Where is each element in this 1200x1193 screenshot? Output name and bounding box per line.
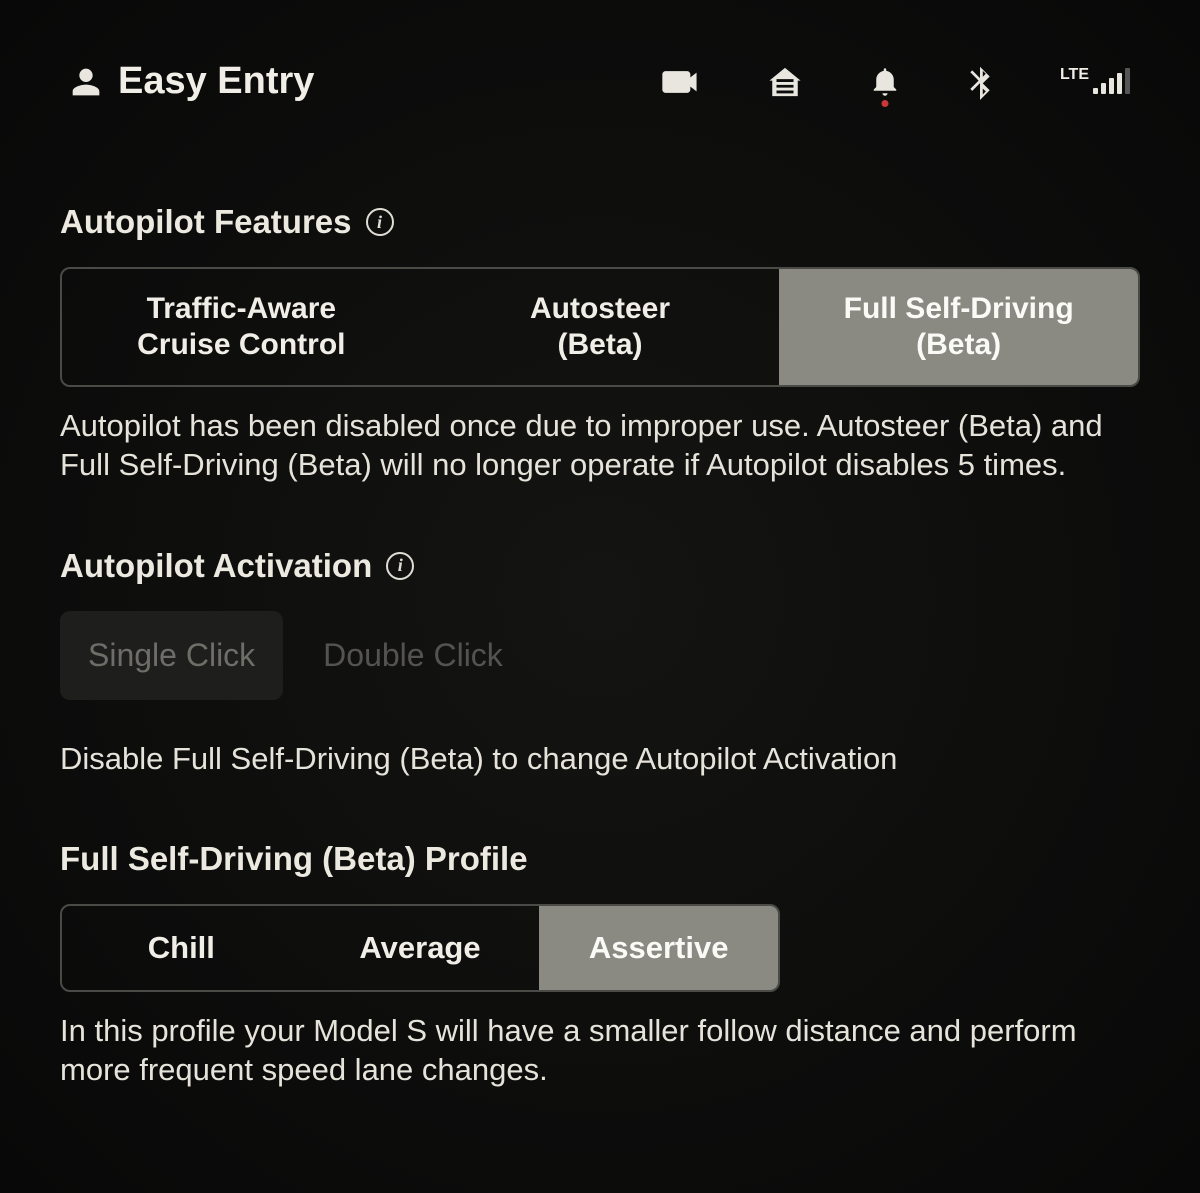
- info-icon[interactable]: i: [386, 552, 414, 580]
- dashcam-button[interactable]: [662, 68, 700, 96]
- notification-dot: [881, 100, 888, 107]
- driver-profile-selector[interactable]: Easy Entry: [70, 60, 314, 103]
- garage-icon: [768, 65, 802, 99]
- autopilot-warning-text: Autopilot has been disabled once due to …: [60, 407, 1140, 485]
- autopilot-activation-section: Autopilot Activation i Single Click Doub…: [60, 547, 1140, 779]
- option-traffic-aware-cruise[interactable]: Traffic-Aware Cruise Control: [62, 269, 421, 385]
- option-chill[interactable]: Chill: [62, 906, 301, 990]
- fsd-profile-description: In this profile your Model S will have a…: [60, 1012, 1140, 1090]
- autopilot-features-section: Autopilot Features i Traffic-Aware Cruis…: [60, 203, 1140, 485]
- autopilot-features-selector: Traffic-Aware Cruise Control Autosteer (…: [60, 267, 1140, 387]
- driver-profile-name: Easy Entry: [118, 60, 314, 103]
- option-autosteer-beta[interactable]: Autosteer (Beta): [421, 269, 780, 385]
- bell-icon: [870, 65, 900, 99]
- cellular-signal[interactable]: LTE: [1060, 70, 1130, 94]
- option-average[interactable]: Average: [301, 906, 540, 990]
- autopilot-features-title: Autopilot Features: [60, 203, 352, 241]
- person-icon: [70, 66, 102, 98]
- fsd-profile-title: Full Self-Driving (Beta) Profile: [60, 840, 528, 878]
- info-icon[interactable]: i: [366, 208, 394, 236]
- camera-icon: [662, 68, 700, 96]
- autopilot-activation-title: Autopilot Activation: [60, 547, 372, 585]
- homelink-button[interactable]: [768, 65, 802, 99]
- activation-disabled-note: Disable Full Self-Driving (Beta) to chan…: [60, 740, 1140, 779]
- option-double-click: Double Click: [295, 611, 531, 700]
- option-single-click: Single Click: [60, 611, 283, 700]
- status-icons: LTE: [662, 64, 1130, 100]
- network-type-label: LTE: [1060, 66, 1089, 84]
- signal-bars-icon: [1093, 70, 1130, 94]
- status-bar: Easy Entry LTE: [60, 60, 1140, 103]
- autopilot-activation-selector: Single Click Double Click: [60, 611, 560, 700]
- option-full-self-driving-beta[interactable]: Full Self-Driving (Beta): [779, 269, 1138, 385]
- fsd-profile-selector: Chill Average Assertive: [60, 904, 780, 992]
- option-assertive[interactable]: Assertive: [539, 906, 778, 990]
- bluetooth-icon: [968, 64, 992, 100]
- fsd-profile-section: Full Self-Driving (Beta) Profile Chill A…: [60, 840, 1140, 1090]
- notifications-button[interactable]: [870, 65, 900, 99]
- bluetooth-button[interactable]: [968, 64, 992, 100]
